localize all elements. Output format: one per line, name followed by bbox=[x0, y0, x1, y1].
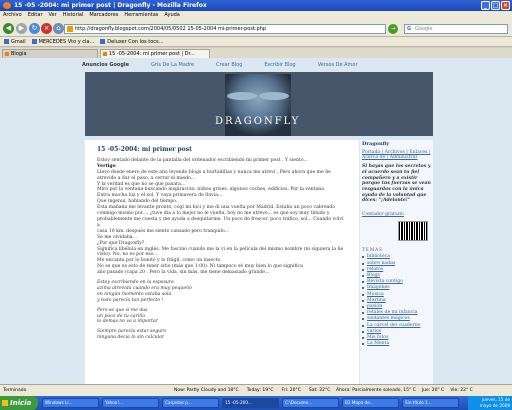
start-button[interactable]: Inicio bbox=[0, 396, 38, 410]
ads-label: Anuncios Google bbox=[82, 62, 130, 68]
post-content: 15 -05-2004: mi primer post Estoy sentad… bbox=[85, 140, 359, 384]
bookmark-icon bbox=[4, 39, 9, 44]
bookmark-label: Deluxer Con los tocs... bbox=[107, 38, 164, 45]
window-title: 15 -05 -2004: mi primer post | Dragonfly… bbox=[14, 2, 207, 9]
menu-ayuda[interactable]: Ayuda bbox=[164, 11, 179, 20]
search-input[interactable]: G Google bbox=[404, 24, 508, 34]
back-icon[interactable]: ◀ bbox=[3, 23, 14, 34]
wing-shape bbox=[259, 92, 289, 100]
clock[interactable]: jueves, 15 de mayo de 2008 bbox=[480, 397, 510, 408]
tab-blogia[interactable]: Blogia bbox=[2, 49, 98, 58]
start-label: Inicio bbox=[10, 399, 32, 407]
menu-historial[interactable]: Historial bbox=[63, 11, 84, 20]
taskbar-item[interactable]: Sin título 1... bbox=[402, 398, 459, 408]
post-title[interactable]: 15 -05-2004: mi primer post bbox=[97, 147, 347, 153]
sidebar-links[interactable]: Portada | Archivos | Enlaces | Acerca de… bbox=[362, 150, 431, 161]
maximize-icon[interactable]: □ bbox=[491, 1, 500, 10]
go-button[interactable]: → bbox=[388, 24, 398, 34]
sidebar-title: Dragonfly bbox=[362, 141, 390, 147]
bookmark-item[interactable]: MERCEDES Vto y cla... bbox=[31, 37, 95, 46]
menu-bar: Archivo Editar Ver Historial Marcadores … bbox=[0, 11, 512, 20]
bookmark-label: Gmail bbox=[11, 38, 26, 45]
bookmark-icon bbox=[31, 39, 37, 44]
blog-header-banner: DRAGONFLY bbox=[85, 72, 433, 136]
menu-ver[interactable]: Ver bbox=[49, 11, 57, 20]
taskbar-item[interactable]: Windows Li... bbox=[42, 398, 99, 408]
taskbar-item[interactable]: B2 Mapa de... bbox=[342, 398, 399, 408]
bookmark-item[interactable]: Gmail bbox=[4, 37, 26, 46]
bookmarks-toolbar: Gmail MERCEDES Vto y cla... Deluxer Con … bbox=[0, 37, 512, 47]
topnav-link[interactable]: Crear Blog bbox=[216, 60, 242, 71]
post-body: Estoy sentado delante de la pantalla del… bbox=[97, 158, 347, 341]
topic-link[interactable]: La Menta bbox=[362, 341, 431, 347]
topics-list: biblioteca sobre nadas relatos Blogs Revista… bbox=[362, 254, 431, 347]
window-titlebar: 15 -05 -2004: mi primer post | Dragonfly… bbox=[0, 0, 512, 11]
tab-icon bbox=[5, 52, 9, 56]
wing-shape bbox=[227, 92, 257, 100]
tab-label: Blogia bbox=[11, 51, 27, 57]
menu-marcadores[interactable]: Marcadores bbox=[89, 11, 118, 20]
taskbar-item[interactable]: 15 -05-200... bbox=[222, 398, 279, 408]
url-input[interactable]: http://dragonfly.blogspot.com/2004/05/05… bbox=[64, 24, 386, 34]
post-line: Llevo desde enero de este año leyendo bl… bbox=[97, 169, 331, 175]
window-controls: _ □ × bbox=[481, 1, 510, 10]
topnav-link[interactable]: Gris De La Madre bbox=[151, 60, 194, 71]
system-tray: jueves, 15 de mayo de 2008 bbox=[468, 396, 512, 410]
post-line: ninguna decía lo sin calcular bbox=[97, 335, 164, 341]
post-line: probablemente me cuesta y me ayuda a des… bbox=[97, 216, 344, 228]
menu-archivo[interactable]: Archivo bbox=[3, 11, 22, 20]
tab-icon bbox=[103, 52, 107, 56]
page-icon bbox=[67, 26, 73, 32]
taskbar-item[interactable]: C:\Docume... bbox=[282, 398, 339, 408]
reload-icon[interactable]: ↻ bbox=[29, 23, 40, 34]
topics-heading: TEMAS bbox=[362, 246, 384, 252]
bookmark-icon bbox=[100, 39, 106, 44]
taskbar: Inicio Windows Li... Yahoo!... Carpetas p.… bbox=[0, 396, 512, 410]
home-icon[interactable]: ⌂ bbox=[53, 23, 64, 34]
counter-badge bbox=[398, 220, 428, 241]
blog-brand: DRAGONFLY bbox=[215, 116, 301, 127]
google-icon: G bbox=[407, 26, 412, 32]
menu-herramientas[interactable]: Herramientas bbox=[124, 11, 158, 20]
taskbar-item[interactable]: Carpetas p... bbox=[162, 398, 219, 408]
tab-strip: Blogia 15 -05-2004: mi primer post | Dr.… bbox=[0, 48, 512, 58]
forward-icon[interactable]: ▶ bbox=[16, 23, 27, 34]
web-page: Anuncios Google Gris De La Madre Crear B… bbox=[0, 58, 512, 384]
bookmark-item[interactable]: Deluxer Con los tocs... bbox=[100, 37, 163, 46]
status-bar: Terminado Now: Partly Cloudy and 18°C To… bbox=[0, 384, 512, 396]
bookmark-label: MERCEDES Vto y cla... bbox=[38, 38, 95, 45]
windows-logo-icon bbox=[2, 400, 8, 406]
counter-link[interactable]: Contador gratuito bbox=[362, 212, 431, 218]
blog-sidebar: Dragonfly Portada | Archivos | Enlaces |… bbox=[360, 140, 433, 384]
topnav-link[interactable]: Versos De Amor bbox=[318, 60, 358, 71]
url-text: http://dragonfly.blogspot.com/2004/05/05… bbox=[75, 26, 267, 32]
firefox-icon bbox=[3, 2, 11, 9]
blog-top-nav: Anuncios Google Gris De La Madre Crear B… bbox=[82, 60, 434, 71]
sidebar-description: Si hayas que los secretos y el acuerdo s… bbox=[362, 164, 431, 204]
topnav-link[interactable]: Escribir Blog bbox=[264, 60, 295, 71]
stop-icon[interactable]: × bbox=[41, 23, 52, 34]
tab-label: 15 -05-2004: mi primer post | Dr... bbox=[109, 51, 195, 57]
menu-editar[interactable]: Editar bbox=[28, 11, 43, 20]
close-icon[interactable]: × bbox=[501, 1, 510, 10]
tab-current-post[interactable]: 15 -05-2004: mi primer post | Dr... bbox=[100, 49, 210, 58]
search-placeholder: Google bbox=[415, 26, 433, 32]
taskbar-item[interactable]: Yahoo!... bbox=[102, 398, 159, 408]
navigation-toolbar: ◀ ▶ ↻ × ⌂ http://dragonfly.blogspot.com/… bbox=[0, 20, 512, 37]
minimize-icon[interactable]: _ bbox=[481, 1, 490, 10]
